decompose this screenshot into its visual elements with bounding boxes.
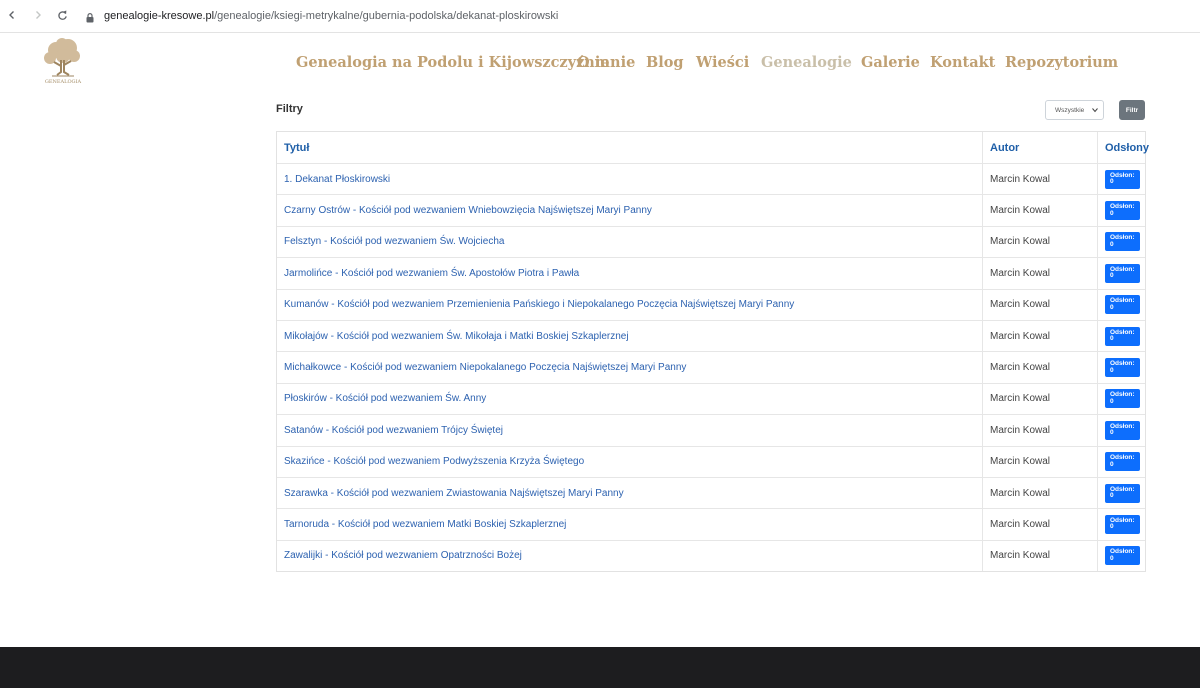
category-select-value: Wszystkie — [1055, 106, 1085, 114]
row-title-link[interactable]: 1. Dekanat Płoskirowski — [277, 163, 983, 196]
views-badge: Odsłon: 0 — [1105, 420, 1140, 440]
row-title-link[interactable]: Szarawka - Kościół pod wezwaniem Zwiasto… — [277, 477, 983, 510]
views-badge: Odsłon: 0 — [1105, 546, 1140, 566]
table-row: Skazińce - Kościół pod wezwaniem Podwyżs… — [277, 446, 1145, 478]
chevron-down-icon — [1092, 107, 1098, 113]
nav-item-o-mnie[interactable]: O mnie — [577, 54, 635, 71]
row-author: Marcin Kowal — [982, 508, 1098, 541]
table-row: Zawalijki - Kościół pod wezwaniem Opatrz… — [277, 540, 1145, 572]
row-author: Marcin Kowal — [982, 163, 1098, 196]
table-row: Michałkowce - Kościół pod wezwaniem Niep… — [277, 351, 1145, 384]
row-title-link[interactable]: Tarnoruda - Kościół pod wezwaniem Matki … — [277, 508, 983, 541]
nav-item-repozytorium[interactable]: Repozytorium — [1005, 54, 1118, 71]
views-badge: Odsłon: 0 — [1105, 232, 1140, 252]
nav-item-genealogia-podole[interactable]: Genealogia na Podolu i Kijowszczyźnie — [296, 54, 610, 71]
row-title-link[interactable]: Kumanów - Kościół pod wezwaniem Przemien… — [277, 289, 983, 321]
nav-item-genealogie[interactable]: Genealogie — [761, 54, 852, 71]
row-author: Marcin Kowal — [982, 446, 1098, 478]
row-title-link[interactable]: Satanów - Kościół pod wezwaniem Trójcy Ś… — [277, 414, 983, 447]
table-row: Felsztyn - Kościół pod wezwaniem Św. Woj… — [277, 226, 1145, 259]
row-title-link[interactable]: Czarny Ostrów - Kościół pod wezwaniem Wn… — [277, 194, 983, 227]
logo-text: GENEALOGIA — [45, 79, 82, 85]
tree-logo-icon: GENEALOGIA — [44, 38, 82, 85]
row-author: Marcin Kowal — [982, 194, 1098, 227]
row-author: Marcin Kowal — [982, 540, 1098, 572]
url-host: genealogie-kresowe.pl — [104, 10, 215, 22]
row-title-link[interactable]: Mikołajów - Kościół pod wezwaniem Św. Mi… — [277, 320, 983, 353]
row-views-cell: Odsłon: 0 — [1097, 383, 1145, 416]
table-header-row: Tytuł Autor Odsłony — [277, 132, 1149, 164]
category-select[interactable]: Wszystkie — [1045, 100, 1104, 120]
table-body: 1. Dekanat Płoskirowski Marcin Kowal Odsło… — [277, 163, 1145, 572]
table-row: Tarnoruda - Kościół pod wezwaniem Matki … — [277, 508, 1145, 541]
nav-item-kontakt[interactable]: Kontakt — [930, 54, 995, 71]
row-title-link[interactable]: Zawalijki - Kościół pod wezwaniem Opatrz… — [277, 540, 983, 571]
table-row: Kumanów - Kościół pod wezwaniem Przemien… — [277, 289, 1145, 321]
views-badge: Odsłon: 0 — [1105, 263, 1140, 283]
row-views-cell: Odsłon: 0 — [1097, 163, 1145, 196]
row-views-cell: Odsłon: 0 — [1097, 508, 1145, 541]
views-badge: Odsłon: 0 — [1105, 483, 1140, 503]
row-title-link[interactable]: Michałkowce - Kościół pod wezwaniem Niep… — [277, 351, 983, 384]
views-badge: Odsłon: 0 — [1105, 514, 1140, 534]
page-footer — [0, 647, 1200, 688]
row-author: Marcin Kowal — [982, 289, 1098, 321]
table-row: Czarny Ostrów - Kościół pod wezwaniem Wn… — [277, 194, 1145, 227]
row-views-cell: Odsłon: 0 — [1097, 320, 1145, 353]
row-author: Marcin Kowal — [982, 477, 1098, 510]
row-author: Marcin Kowal — [982, 351, 1098, 384]
row-author: Marcin Kowal — [982, 414, 1098, 447]
lock-icon[interactable] — [86, 10, 94, 23]
header-title[interactable]: Tytuł — [277, 132, 983, 164]
filters-label: Filtry — [276, 103, 303, 115]
header-views[interactable]: Odsłony — [1097, 132, 1149, 164]
row-author: Marcin Kowal — [982, 226, 1098, 259]
reload-icon[interactable] — [54, 7, 70, 23]
row-views-cell: Odsłon: 0 — [1097, 289, 1145, 321]
row-title-link[interactable]: Skazińce - Kościół pod wezwaniem Podwyżs… — [277, 446, 983, 478]
row-author: Marcin Kowal — [982, 320, 1098, 353]
url-field[interactable]: genealogie-kresowe.pl/genealogie/ksiegi-… — [104, 10, 558, 22]
nav-item-galerie[interactable]: Galerie — [861, 54, 920, 71]
forward-arrow-icon[interactable] — [30, 7, 46, 23]
views-badge: Odsłon: 0 — [1105, 358, 1140, 378]
row-views-cell: Odsłon: 0 — [1097, 446, 1145, 478]
records-table: Tytuł Autor Odsłony 1. Dekanat Płoskirow… — [276, 131, 1149, 573]
url-path: /genealogie/ksiegi-metrykalne/gubernia-p… — [214, 10, 559, 22]
table-row: Mikołajów - Kościół pod wezwaniem Św. Mi… — [277, 320, 1145, 353]
row-title-link[interactable]: Jarmolińce - Kościół pod wezwaniem Św. A… — [277, 257, 983, 290]
row-views-cell: Odsłon: 0 — [1097, 540, 1145, 572]
table-row: Jarmolińce - Kościół pod wezwaniem Św. A… — [277, 257, 1145, 290]
row-views-cell: Odsłon: 0 — [1097, 194, 1145, 227]
views-badge: Odsłon: 0 — [1105, 452, 1140, 472]
table-row: Płoskirów - Kościół pod wezwaniem Św. An… — [277, 383, 1145, 416]
views-badge: Odsłon: 0 — [1105, 201, 1140, 221]
nav-item-blog[interactable]: Blog — [646, 54, 684, 71]
site-logo[interactable]: GENEALOGIA — [40, 38, 86, 86]
views-badge: Odsłon: 0 — [1105, 169, 1140, 189]
nav-item-wiesci[interactable]: Wieści — [696, 54, 749, 71]
table-row: 1. Dekanat Płoskirowski Marcin Kowal Odsło… — [277, 163, 1145, 196]
row-views-cell: Odsłon: 0 — [1097, 414, 1145, 447]
row-author: Marcin Kowal — [982, 383, 1098, 416]
row-views-cell: Odsłon: 0 — [1097, 226, 1145, 259]
row-title-link[interactable]: Płoskirów - Kościół pod wezwaniem Św. An… — [277, 383, 983, 416]
row-author: Marcin Kowal — [982, 257, 1098, 290]
row-title-link[interactable]: Felsztyn - Kościół pod wezwaniem Św. Woj… — [277, 226, 983, 259]
views-badge: Odsłon: 0 — [1105, 389, 1140, 409]
row-views-cell: Odsłon: 0 — [1097, 257, 1145, 290]
table-row: Szarawka - Kościół pod wezwaniem Zwiasto… — [277, 477, 1145, 510]
row-views-cell: Odsłon: 0 — [1097, 351, 1145, 384]
views-badge: Odsłon: 0 — [1105, 326, 1140, 346]
back-arrow-icon[interactable] — [4, 7, 20, 23]
table-row: Satanów - Kościół pod wezwaniem Trójcy Ś… — [277, 414, 1145, 447]
main-navigation: Genealogia na Podolu i Kijowszczyźnie O … — [296, 54, 1118, 74]
row-views-cell: Odsłon: 0 — [1097, 477, 1145, 510]
header-author[interactable]: Autor — [982, 132, 1098, 164]
views-badge: Odsłon: 0 — [1105, 295, 1140, 315]
filter-button[interactable]: Filtr — [1119, 100, 1145, 120]
browser-address-bar: genealogie-kresowe.pl/genealogie/ksiegi-… — [0, 0, 1200, 33]
